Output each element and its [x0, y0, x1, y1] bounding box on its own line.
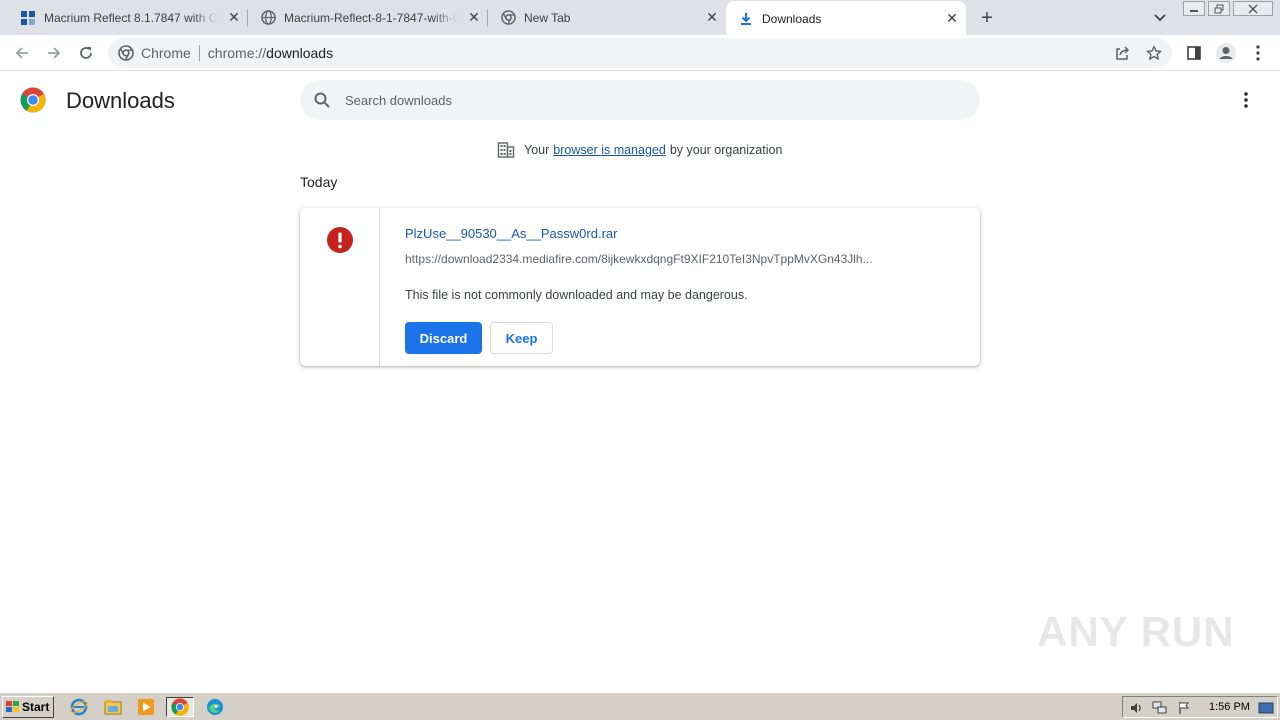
minimize-icon[interactable] — [1183, 1, 1205, 16]
anyrun-watermark: ANY RUN — [1037, 608, 1235, 656]
browser-managed-link[interactable]: browser is managed — [553, 143, 666, 157]
downloads-page: Downloads Your browser is managed by you… — [0, 72, 1280, 692]
chrome-logo-icon — [20, 87, 46, 113]
site-chip-label: Chrome — [141, 45, 191, 61]
edge-icon[interactable] — [204, 697, 226, 717]
managed-prefix: Your — [524, 143, 550, 157]
omnibox-divider — [198, 45, 200, 61]
volume-icon[interactable] — [1127, 698, 1145, 718]
media-player-icon[interactable] — [135, 697, 157, 717]
windows-taskbar: Start 1:56 PM — [0, 692, 1280, 720]
tab-title: New Tab — [524, 10, 571, 25]
windows-flag-icon — [6, 701, 19, 712]
macrium-favicon — [20, 10, 36, 26]
file-explorer-icon[interactable] — [102, 697, 124, 717]
bookmark-star-icon[interactable] — [1140, 38, 1168, 68]
tab-title: Macrium Reflect 8.1.7847 with Crack — [44, 10, 218, 25]
taskbar-clock: 1:56 PM — [1209, 701, 1250, 713]
tab-title: Downloads — [762, 11, 822, 26]
watermark-text: ANY RUN — [1037, 608, 1235, 655]
search-input[interactable] — [345, 92, 945, 108]
managed-notice: Your browser is managed by your organiza… — [497, 140, 782, 160]
keep-button[interactable]: Keep — [490, 322, 553, 354]
download-source-url[interactable]: https://download2334.mediafire.com/8ijke… — [405, 252, 925, 266]
window-close-icon[interactable] — [1233, 1, 1273, 16]
side-panel-icon[interactable] — [1180, 39, 1208, 67]
tab-close-icon[interactable]: ✕ — [702, 8, 722, 28]
download-filename-link[interactable]: PlzUse__90530__As__Passw0rd.rar — [405, 226, 617, 241]
chrome-taskbar-icon[interactable] — [166, 697, 194, 717]
download-icon — [738, 11, 754, 27]
internet-explorer-icon[interactable] — [68, 697, 90, 717]
back-icon[interactable] — [8, 39, 36, 67]
omnibox[interactable]: Chrome chrome://downloads — [108, 38, 1172, 68]
new-tab-plus-icon[interactable]: + — [975, 6, 999, 30]
system-tray: 1:56 PM — [1122, 696, 1278, 718]
managed-suffix: by your organization — [669, 143, 783, 157]
reload-icon[interactable] — [72, 39, 100, 67]
downloads-more-actions-icon[interactable] — [1234, 88, 1258, 112]
tab-macrium-reflect[interactable]: Macrium Reflect 8.1.7847 with Crack ✕ — [0, 0, 248, 35]
download-item-card: PlzUse__90530__As__Passw0rd.rar https://… — [300, 208, 980, 366]
download-icon-column — [300, 208, 380, 366]
search-icon — [314, 92, 330, 108]
url-host: downloads — [266, 45, 334, 61]
restore-icon[interactable] — [1208, 1, 1230, 16]
action-center-flag-icon[interactable] — [1175, 698, 1193, 718]
start-button[interactable]: Start — [2, 696, 54, 718]
building-icon — [497, 142, 515, 158]
globe-icon — [260, 10, 276, 26]
show-desktop-icon[interactable] — [1257, 698, 1275, 718]
forward-icon[interactable] — [40, 39, 68, 67]
page-title: Downloads — [66, 88, 175, 113]
chrome-favicon — [500, 10, 516, 26]
tab-macrium-download-page[interactable]: Macrium-Reflect-8-1-7847-with-Crack ✕ — [248, 0, 488, 35]
chrome-site-icon — [118, 45, 134, 61]
browser-toolbar: Chrome chrome://downloads — [0, 35, 1280, 71]
date-section-header: Today — [300, 174, 338, 190]
tab-close-icon[interactable]: ✕ — [224, 8, 244, 28]
dangerous-warning-icon — [327, 227, 353, 253]
tab-downloads[interactable]: Downloads ✕ — [726, 1, 966, 36]
browser-menu-icon[interactable] — [1244, 39, 1272, 67]
start-label: Start — [22, 700, 50, 714]
discard-button[interactable]: Discard — [405, 322, 482, 354]
share-icon[interactable] — [1108, 38, 1136, 68]
tab-new-tab[interactable]: New Tab ✕ — [488, 0, 726, 35]
search-bar[interactable] — [300, 80, 980, 120]
profile-avatar-icon[interactable] — [1212, 39, 1240, 67]
tab-strip: Macrium Reflect 8.1.7847 with Crack ✕ Ma… — [0, 0, 1280, 36]
download-danger-warning: This file is not commonly downloaded and… — [405, 288, 748, 302]
tab-close-icon[interactable]: ✕ — [464, 8, 484, 28]
tab-title: Macrium-Reflect-8-1-7847-with-Crack — [284, 10, 458, 25]
tab-close-icon[interactable]: ✕ — [942, 9, 962, 29]
network-icon[interactable] — [1151, 698, 1169, 718]
url-text: chrome://downloads — [208, 45, 333, 61]
tab-search-chevron-icon[interactable] — [1150, 8, 1170, 28]
url-scheme: chrome:// — [207, 45, 267, 61]
